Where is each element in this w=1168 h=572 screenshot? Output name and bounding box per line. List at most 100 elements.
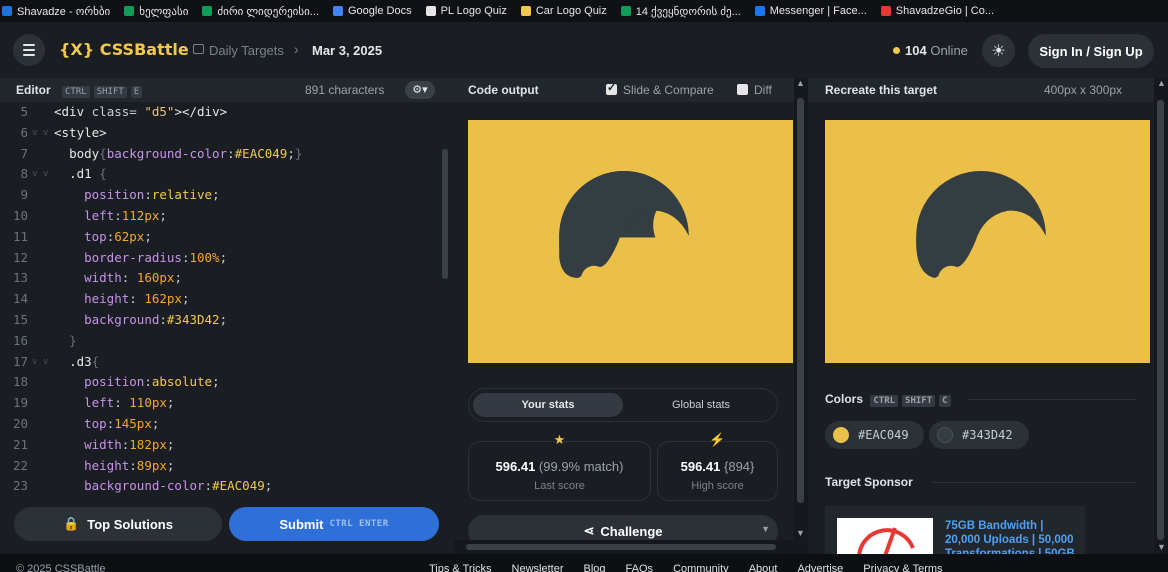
bookmark-favicon-icon: [202, 6, 213, 16]
code-line[interactable]: 18 position:absolute;: [0, 374, 440, 394]
code-line[interactable]: 14 height: 162px;: [0, 291, 440, 311]
last-score-label: Last score: [534, 480, 585, 492]
star-icon: ★: [553, 432, 566, 447]
tab-your-stats[interactable]: Your stats: [473, 393, 623, 417]
footer-link[interactable]: Blog: [584, 563, 606, 572]
online-label: Online: [930, 43, 968, 58]
footer-link[interactable]: Tips & Tricks: [429, 563, 492, 572]
challenge-label: Challenge: [600, 523, 663, 539]
color-swatch-yellow[interactable]: #EAC049: [825, 421, 924, 449]
footer-link[interactable]: FAQs: [626, 563, 654, 572]
bookmarks-bar: Shavadze - ორხბი ხელფასი ძირი ლიდერეისი...…: [0, 0, 1168, 22]
target-title: Recreate this target: [825, 83, 938, 97]
hamburger-menu-button[interactable]: [13, 34, 45, 66]
output-header: Code output Slide & Compare Diff: [454, 78, 794, 102]
top-solutions-button[interactable]: 🔒 Top Solutions: [14, 507, 222, 541]
lightning-icon: ⚡: [709, 432, 726, 447]
code-line[interactable]: 9 position:relative;: [0, 187, 440, 207]
footer-link[interactable]: Newsletter: [512, 563, 564, 572]
editor-shortcut: CTRL SHIFT E: [58, 83, 143, 98]
tab-global-stats[interactable]: Global stats: [627, 393, 775, 417]
panel-scrollbar[interactable]: ▲ ▼: [794, 78, 808, 554]
code-line[interactable]: 5 <div class= "d5"></div>: [0, 104, 440, 124]
line-number: 16: [12, 332, 28, 348]
code-line[interactable]: 15 background:#343D42;: [0, 312, 440, 332]
target-size: 400px x 300px: [1044, 83, 1123, 97]
fold-chevron-icon[interactable]: v v: [32, 169, 48, 179]
editor-scrollbar[interactable]: [440, 104, 452, 494]
bookmark-favicon-icon: [880, 6, 891, 16]
logo[interactable]: {X} CSSBattle: [59, 40, 189, 59]
bookmark-favicon-icon: [124, 6, 135, 16]
code-editor[interactable]: 5 <div class= "d5"></div> 6 v v <style> 7 bod…: [0, 104, 440, 494]
checkbox-checked-icon: [606, 81, 617, 95]
footer-link[interactable]: Privacy & Terms: [863, 563, 942, 572]
editor-settings-gear-icon[interactable]: ⚙▾: [405, 81, 435, 99]
line-number: 10: [12, 208, 28, 223]
kbd-ctrl: CTRL: [62, 86, 90, 98]
code-output-canvas[interactable]: [468, 120, 793, 363]
sponsor-text: 75GB Bandwidth | 20,000 Uploads | 50,000…: [945, 520, 1075, 554]
submit-button[interactable]: Submit CTRL ENTER: [229, 507, 439, 541]
divider: [968, 399, 1136, 400]
line-number: 17: [12, 353, 28, 369]
lock-icon: 🔒: [63, 516, 80, 531]
code-line[interactable]: 17 v v .d3{: [0, 354, 440, 374]
code-line[interactable]: 12 border-radius:100%;: [0, 250, 440, 270]
diff-toggle[interactable]: Diff: [737, 83, 772, 97]
code-line[interactable]: 20 top:145px;: [0, 416, 440, 436]
fold-chevron-icon[interactable]: v v: [32, 128, 48, 138]
footer-link[interactable]: Advertise: [797, 563, 843, 572]
online-dot-icon: [893, 47, 900, 54]
code-text: }: [69, 332, 77, 348]
footer-link[interactable]: Community: [673, 563, 729, 572]
code-line[interactable]: 7 body{background-color:#EAC049;}: [0, 146, 440, 166]
bookmark-item[interactable]: ხელფასი: [124, 5, 188, 18]
bookmark-favicon-icon: [425, 6, 436, 16]
character-count: 891 characters: [305, 83, 385, 97]
bookmark-item[interactable]: PL Logo Quiz: [425, 5, 507, 17]
bookmark-item[interactable]: Messenger | Face...: [754, 5, 867, 17]
code-text: height:89px;: [84, 457, 175, 473]
bookmark-label: PL Logo Quiz: [440, 5, 507, 17]
page-scrollbar[interactable]: ▲ ▼: [1154, 78, 1168, 554]
bookmark-label: Messenger | Face...: [769, 5, 867, 17]
bookmark-item[interactable]: Google Docs: [332, 5, 412, 17]
bookmark-item[interactable]: 14 ქვეყნდორის ძე...: [620, 5, 741, 18]
bookmark-item[interactable]: ShavadzeGio | Co...: [880, 5, 994, 17]
code-line[interactable]: 13 width: 160px;: [0, 270, 440, 290]
bookmark-item[interactable]: ძირი ლიდერეისი...: [202, 5, 319, 18]
line-number: 11: [12, 228, 28, 244]
code-text: top:145px;: [84, 416, 160, 431]
fold-chevron-icon[interactable]: v v: [32, 357, 48, 367]
code-line[interactable]: 6 v v <style>: [0, 125, 440, 145]
bookmark-item[interactable]: Shavadze - ორხბი: [2, 5, 110, 18]
bookmark-favicon-icon: [754, 6, 765, 16]
color-swatch-dark[interactable]: #343D42: [929, 421, 1029, 449]
code-line[interactable]: 19 left: 110px;: [0, 395, 440, 415]
output-horizontal-scrollbar[interactable]: [454, 540, 794, 554]
sponsor-card[interactable]: 75GB Bandwidth | 20,000 Uploads | 50,000…: [825, 506, 1085, 554]
chevron-down-icon: ▼: [761, 524, 770, 534]
chevron-right-icon: ›: [294, 41, 299, 57]
breadcrumb-daily-targets[interactable]: Daily Targets: [209, 43, 284, 58]
code-line[interactable]: 23 background-color:#EAC049;: [0, 478, 440, 494]
footer-link[interactable]: About: [749, 563, 778, 572]
calendar-icon: [193, 44, 204, 54]
code-text: height: 162px;: [84, 291, 190, 307]
code-line[interactable]: 22 height:89px;: [0, 458, 440, 478]
code-line[interactable]: 10 left:112px;: [0, 208, 440, 228]
bookmark-favicon-icon: [520, 6, 531, 16]
code-line[interactable]: 16 }: [0, 333, 440, 353]
code-line[interactable]: 11 top:62px;: [0, 229, 440, 249]
code-line[interactable]: 8 v v .d1 {: [0, 166, 440, 186]
sign-in-button[interactable]: Sign In / Sign Up: [1028, 34, 1154, 68]
code-text: border-radius:100%;: [84, 249, 228, 265]
output-panel: Code output Slide & Compare Diff Your st…: [454, 78, 794, 554]
theme-toggle-button[interactable]: ☀: [982, 34, 1015, 67]
line-number: 13: [12, 270, 28, 286]
bookmark-favicon-icon: [2, 6, 12, 16]
bookmark-item[interactable]: Car Logo Quiz: [520, 5, 607, 17]
code-line[interactable]: 21 width:182px;: [0, 437, 440, 457]
slide-compare-toggle[interactable]: Slide & Compare: [606, 81, 714, 97]
